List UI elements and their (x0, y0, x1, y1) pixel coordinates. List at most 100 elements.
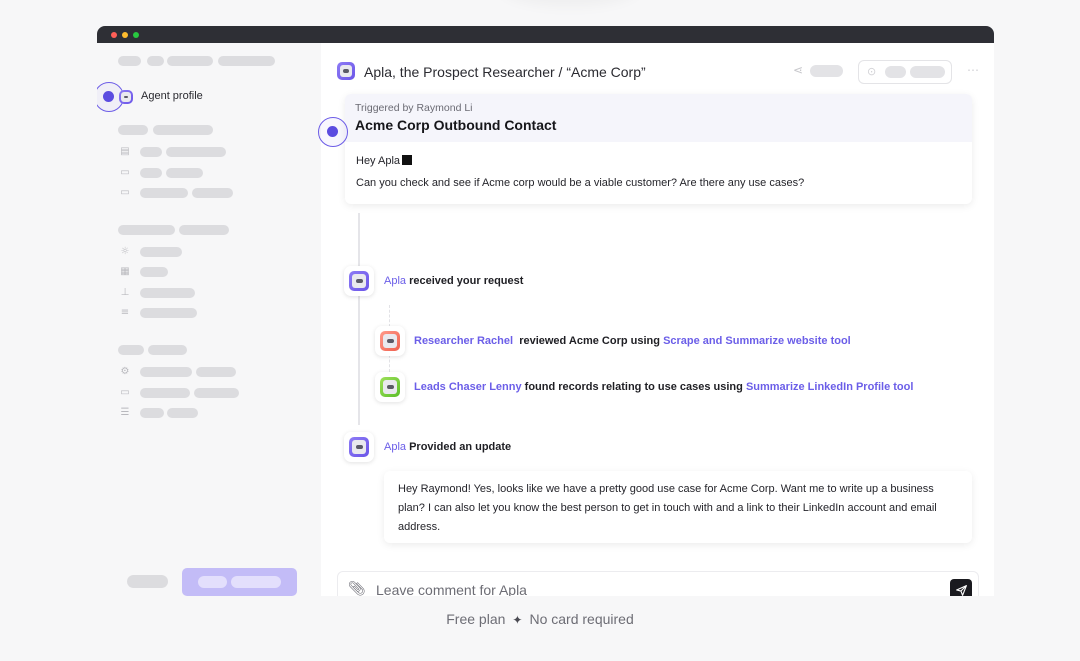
agent-avatar-icon (349, 437, 369, 457)
sidebar-item-placeholder[interactable] (166, 168, 203, 178)
event-text: found records relating to use cases usin… (524, 381, 743, 393)
sidebar-section-placeholder (118, 225, 175, 235)
sidebar-item-placeholder[interactable] (192, 188, 233, 198)
sidebar-item-placeholder[interactable] (140, 388, 190, 398)
agent-avatar-icon (337, 62, 355, 80)
monitor-icon: ▭ (120, 167, 130, 178)
settings-icon: ⊙ (867, 66, 877, 78)
leads-chaser-avatar-icon (380, 377, 400, 397)
event-actor-link[interactable]: Apla (384, 275, 406, 287)
sidebar-item-placeholder[interactable] (140, 367, 192, 377)
sidebar-item-placeholder[interactable] (140, 288, 195, 298)
event-avatar (375, 326, 405, 356)
event-avatar (344, 266, 374, 296)
event-tool-link[interactable]: Summarize LinkedIn Profile tool (746, 381, 913, 393)
agent-avatar-icon (349, 271, 369, 291)
event-text: received your request (409, 275, 524, 287)
main-panel: Apla, the Prospect Researcher / “Acme Co… (318, 43, 994, 596)
secondary-button[interactable] (127, 575, 168, 588)
sidebar-section-placeholder (179, 225, 229, 235)
sidebar-item-placeholder[interactable] (140, 408, 164, 418)
gear-icon: ⚙ (120, 366, 130, 377)
trigger-card-header: Triggered by Raymond Li Acme Corp Outbou… (345, 94, 972, 142)
sidebar: Agent profile ▤ ▭ ▭ ☼ ▦ ⊥ ≡ ⚙ ▭ ☰ (97, 43, 321, 596)
database-icon: ≡ (120, 307, 130, 318)
sidebar-section-placeholder (153, 125, 213, 135)
event-avatar (375, 372, 405, 402)
request-message: Can you check and see if Acme corp would… (356, 177, 805, 190)
sidebar-section-placeholder (118, 125, 148, 135)
triggered-by-label: Triggered by Raymond Li (355, 102, 473, 114)
timeline-dash (389, 305, 390, 327)
focus-indicator (318, 117, 348, 147)
minimize-window-dot[interactable] (122, 32, 128, 38)
sidebar-item-label: Agent profile (141, 90, 203, 102)
sidebar-item-placeholder[interactable] (194, 388, 239, 398)
trigger-card-title: Acme Corp Outbound Contact (355, 117, 557, 133)
event-text: reviewed Acme Corp using (519, 335, 660, 347)
maximize-window-dot[interactable] (133, 32, 139, 38)
share-icon[interactable]: ⋖ (793, 63, 803, 77)
sidebar-item-agent-profile[interactable]: Agent profile (97, 82, 321, 112)
sidebar-item-placeholder[interactable] (140, 247, 182, 257)
sparkle-icon: ✦ (512, 613, 523, 627)
timeline-line (358, 293, 360, 425)
comment-input[interactable] (376, 579, 936, 596)
sidebar-item-placeholder[interactable] (140, 147, 162, 157)
window-titlebar (97, 26, 994, 43)
sidebar-section-placeholder (118, 345, 144, 355)
page-title: Apla, the Prospect Researcher / “Acme Co… (364, 64, 646, 80)
sidebar-placeholder (118, 56, 141, 66)
event-avatar (344, 432, 374, 462)
greeting-text: Hey Apla (356, 155, 401, 167)
header-action-box[interactable]: ⊙ (858, 60, 952, 84)
event-received: Apla received your request (384, 275, 523, 287)
sidebar-placeholder (167, 56, 213, 66)
header-placeholder (910, 66, 945, 78)
event-actor-link[interactable]: Leads Chaser Lenny (414, 381, 522, 393)
sidebar-item-placeholder[interactable] (166, 147, 226, 157)
event-text: Provided an update (409, 441, 512, 453)
comment-box: 📎︎ (337, 571, 979, 596)
sidebar-placeholder (147, 56, 164, 66)
event-actor-link[interactable]: Apla (384, 441, 406, 453)
grid-icon: ▦ (120, 266, 130, 277)
primary-button[interactable] (182, 568, 297, 596)
event-reviewed: Researcher Rachel reviewed Acme Corp usi… (414, 335, 851, 347)
event-found-records: Leads Chaser Lenny found records relatin… (414, 381, 913, 393)
redacted-block (402, 155, 413, 165)
hierarchy-icon: ⊥ (120, 287, 130, 298)
agent-reply-message: Hey Raymond! Yes, looks like we have a p… (384, 471, 972, 543)
agent-avatar-icon (119, 90, 133, 104)
sidebar-placeholder (218, 56, 275, 66)
sidebar-item-placeholder[interactable] (140, 168, 162, 178)
header-placeholder[interactable] (810, 65, 843, 77)
sidebar-item-placeholder[interactable] (167, 408, 198, 418)
header-placeholder (885, 66, 906, 78)
sidebar-item-placeholder[interactable] (140, 267, 168, 277)
paperclip-icon[interactable]: 📎︎ (348, 581, 366, 596)
card-icon: ▭ (120, 187, 130, 198)
sidebar-section-placeholder (148, 345, 187, 355)
close-window-dot[interactable] (111, 32, 117, 38)
send-button[interactable] (950, 579, 972, 596)
event-actor-link[interactable]: Researcher Rachel (414, 335, 513, 347)
footer-card-text: No card required (529, 611, 634, 627)
event-tool-link[interactable]: Scrape and Summarize website tool (663, 335, 851, 347)
more-icon[interactable]: ⋯ (967, 63, 980, 77)
app-window: Agent profile ▤ ▭ ▭ ☼ ▦ ⊥ ≡ ⚙ ▭ ☰ Apla, … (97, 26, 994, 596)
trigger-card-body: Hey Apla Can you check and see if Acme c… (345, 142, 972, 204)
footer-plan-text: Free plan (446, 611, 506, 627)
sidebar-item-placeholder[interactable] (140, 188, 188, 198)
researcher-avatar-icon (380, 331, 400, 351)
footer: Free plan ✦ No card required (0, 611, 1080, 627)
event-update: Apla Provided an update (384, 441, 511, 453)
sun-icon: ☼ (120, 246, 130, 257)
sidebar-item-placeholder[interactable] (196, 367, 236, 377)
sidebar-item-placeholder[interactable] (140, 308, 197, 318)
send-icon (955, 584, 967, 596)
trigger-card: Triggered by Raymond Li Acme Corp Outbou… (345, 94, 972, 204)
timeline-line (358, 213, 360, 268)
list-icon: ☰ (120, 407, 130, 418)
card-icon: ▭ (120, 387, 130, 398)
